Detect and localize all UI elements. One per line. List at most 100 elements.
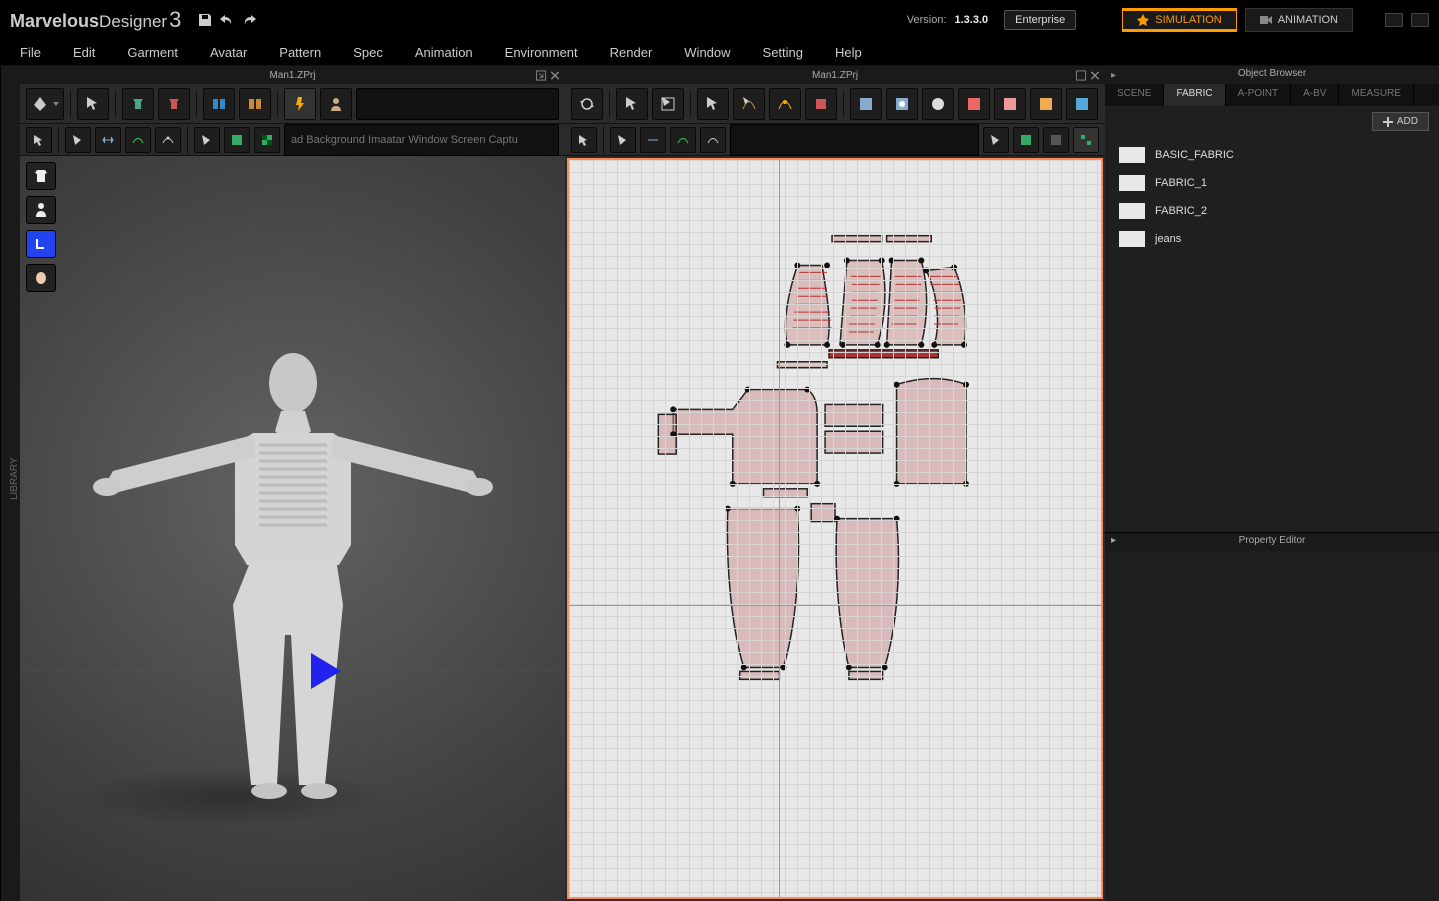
display-garment-button[interactable] bbox=[26, 162, 56, 190]
add-fabric-button[interactable]: ADD bbox=[1372, 112, 1429, 131]
avatar-tool[interactable] bbox=[320, 88, 352, 120]
tab-fabric[interactable]: FABRIC bbox=[1164, 84, 1225, 106]
edit-pattern-tool[interactable] bbox=[697, 88, 729, 120]
menu-environment[interactable]: Environment bbox=[489, 40, 594, 65]
panel-close-icon[interactable] bbox=[1089, 70, 1101, 81]
menu-help[interactable]: Help bbox=[819, 40, 878, 65]
workspace: LIBRARY Man1.ZPrj bbox=[0, 66, 1439, 901]
fabric-swatch bbox=[1119, 147, 1145, 163]
undo-icon[interactable] bbox=[219, 12, 235, 28]
fabric-item[interactable]: FABRIC_2 bbox=[1105, 197, 1439, 225]
display-head-button[interactable] bbox=[26, 264, 56, 292]
seam-tool-2[interactable] bbox=[95, 127, 121, 153]
toolbar-2d-readout bbox=[730, 124, 979, 156]
sub-seam-4[interactable] bbox=[700, 127, 726, 153]
tab-scene[interactable]: SCENE bbox=[1105, 84, 1164, 106]
menu-edit[interactable]: Edit bbox=[57, 40, 111, 65]
minimize-button[interactable] bbox=[1385, 13, 1403, 27]
fabric-name: FABRIC_2 bbox=[1155, 205, 1207, 217]
menu-setting[interactable]: Setting bbox=[747, 40, 819, 65]
garment-tool-1[interactable] bbox=[122, 88, 154, 120]
redo-icon[interactable] bbox=[241, 12, 257, 28]
simulation-icon bbox=[1137, 14, 1149, 26]
tab-measure[interactable]: MEASURE bbox=[1339, 84, 1413, 106]
save-icon[interactable] bbox=[197, 12, 213, 28]
version-label: Version: bbox=[907, 14, 947, 26]
property-editor-panel: ▸Property Editor bbox=[1105, 532, 1439, 901]
draw-tool[interactable] bbox=[805, 88, 837, 120]
panel-popout-icon[interactable] bbox=[535, 70, 547, 81]
fabric-name: jeans bbox=[1155, 233, 1181, 245]
menu-garment[interactable]: Garment bbox=[111, 40, 194, 65]
arrangement-tool-2[interactable] bbox=[239, 88, 271, 120]
property-editor-title: ▸Property Editor bbox=[1105, 533, 1439, 551]
seam-tool-4[interactable] bbox=[155, 127, 181, 153]
texture-tool-e[interactable] bbox=[994, 88, 1026, 120]
simulate-button[interactable] bbox=[26, 88, 64, 120]
menu-pattern[interactable]: Pattern bbox=[263, 40, 337, 65]
browser-tabs: SCENE FABRIC A-POINT A-BV MEASURE bbox=[1105, 84, 1439, 106]
texture-tool-c[interactable] bbox=[922, 88, 954, 120]
arrangement-tool-1[interactable] bbox=[203, 88, 235, 120]
texture-tool-g[interactable] bbox=[1066, 88, 1098, 120]
menu-window[interactable]: Window bbox=[668, 40, 746, 65]
sync-tool[interactable] bbox=[571, 88, 603, 120]
view-tool-4[interactable] bbox=[1073, 127, 1099, 153]
fabric-item[interactable]: jeans bbox=[1105, 225, 1439, 253]
tab-apoint[interactable]: A-POINT bbox=[1226, 84, 1292, 106]
texture-tool-a[interactable] bbox=[850, 88, 882, 120]
panel-2d: Man1.ZPrj bbox=[565, 66, 1105, 901]
viewport-3d[interactable] bbox=[20, 156, 565, 901]
edition-badge: Enterprise bbox=[1004, 10, 1076, 30]
simulation-mode-button[interactable]: SIMULATION bbox=[1122, 8, 1236, 32]
transform-pattern-tool[interactable] bbox=[652, 88, 684, 120]
animation-mode-button[interactable]: ANIMATION bbox=[1245, 8, 1353, 32]
maximize-button[interactable] bbox=[1411, 13, 1429, 27]
texture-tool-1[interactable] bbox=[194, 127, 220, 153]
add-point-tool[interactable] bbox=[769, 88, 801, 120]
seam-tool-1[interactable] bbox=[65, 127, 91, 153]
toolbar-3d-main bbox=[20, 84, 565, 124]
view-tool-1[interactable] bbox=[983, 127, 1009, 153]
fabric-swatch bbox=[1119, 203, 1145, 219]
tab-abv[interactable]: A-BV bbox=[1291, 84, 1339, 106]
menu-avatar[interactable]: Avatar bbox=[194, 40, 263, 65]
panel-close-icon[interactable] bbox=[549, 70, 561, 81]
toolbar-3d-readout bbox=[356, 88, 559, 120]
garment-tool-2[interactable] bbox=[158, 88, 190, 120]
select-tool[interactable] bbox=[77, 88, 109, 120]
texture-tool-2[interactable] bbox=[224, 127, 250, 153]
sub-seam-3[interactable] bbox=[670, 127, 696, 153]
display-arrangement-button[interactable] bbox=[26, 230, 56, 258]
sub-seam-1[interactable] bbox=[610, 127, 636, 153]
toolbar-2d-main bbox=[565, 84, 1105, 124]
fabric-item[interactable]: FABRIC_1 bbox=[1105, 169, 1439, 197]
library-tab[interactable]: LIBRARY bbox=[0, 66, 20, 901]
menu-spec[interactable]: Spec bbox=[337, 40, 399, 65]
display-avatar-button[interactable] bbox=[26, 196, 56, 224]
panel-popout-icon[interactable] bbox=[1075, 70, 1087, 81]
menu-render[interactable]: Render bbox=[594, 40, 669, 65]
menu-animation[interactable]: Animation bbox=[399, 40, 489, 65]
menu-file[interactable]: File bbox=[4, 40, 57, 65]
texture-tool-b[interactable] bbox=[886, 88, 918, 120]
sub-select[interactable] bbox=[571, 127, 597, 153]
property-editor-body bbox=[1105, 551, 1439, 901]
edit-tool-1[interactable] bbox=[26, 127, 52, 153]
edit-curve-tool[interactable] bbox=[733, 88, 765, 120]
texture-tool-d[interactable] bbox=[958, 88, 990, 120]
viewport-2d[interactable] bbox=[567, 158, 1103, 899]
fabric-name: BASIC_FABRIC bbox=[1155, 149, 1234, 161]
object-browser-title: ▸Object Browser bbox=[1105, 66, 1439, 84]
view-tool-3[interactable] bbox=[1043, 127, 1069, 153]
texture-tool-f[interactable] bbox=[1030, 88, 1062, 120]
sub-seam-2[interactable] bbox=[640, 127, 666, 153]
view-tool-2[interactable] bbox=[1013, 127, 1039, 153]
motion-tool[interactable] bbox=[284, 88, 316, 120]
fabric-item[interactable]: BASIC_FABRIC bbox=[1105, 141, 1439, 169]
avatar-mannequin[interactable] bbox=[53, 323, 533, 823]
seam-tool-3[interactable] bbox=[125, 127, 151, 153]
select-pattern-tool[interactable] bbox=[616, 88, 648, 120]
texture-tool-3[interactable] bbox=[254, 127, 280, 153]
app-title: MarvelousDesigner3 bbox=[10, 7, 181, 33]
